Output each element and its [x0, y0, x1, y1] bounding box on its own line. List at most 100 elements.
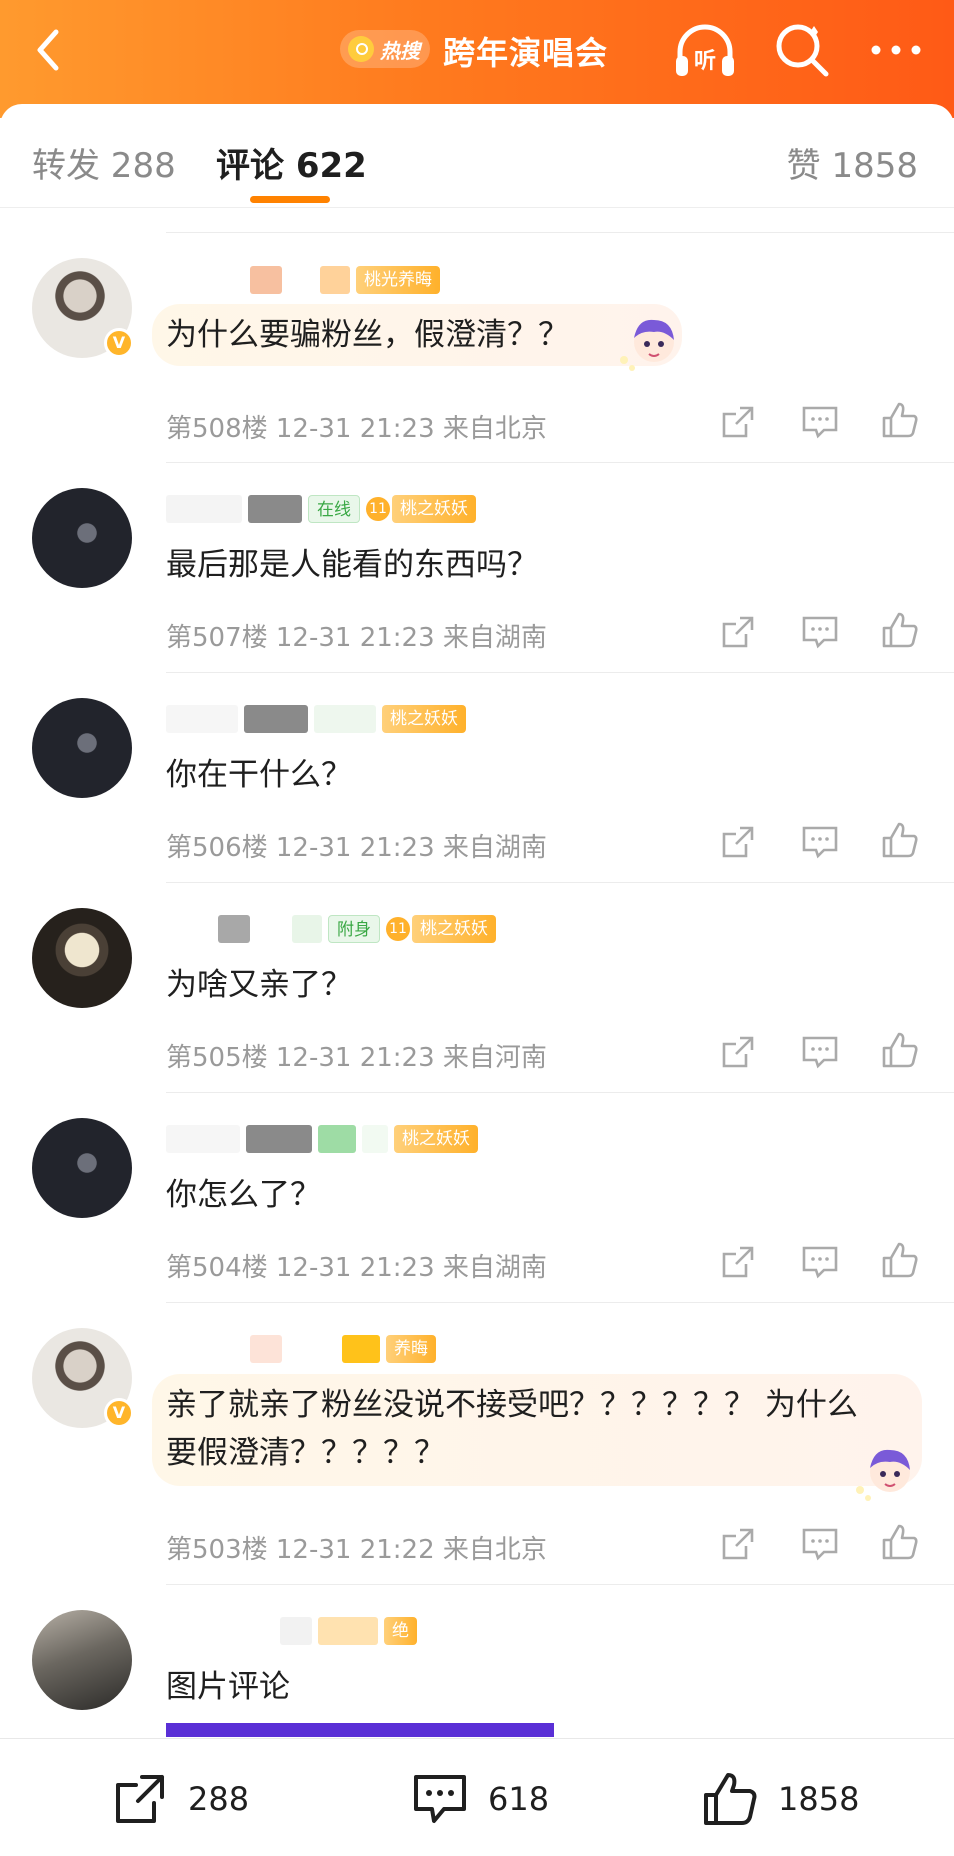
username-row[interactable]: 桃光养晦	[166, 265, 440, 295]
cartoon-sticker-icon	[620, 319, 674, 371]
username-redacted	[288, 266, 314, 294]
username-redacted	[218, 915, 250, 943]
repost-button[interactable]: 288	[110, 1769, 249, 1829]
avatar[interactable]	[32, 1610, 132, 1710]
comment-image[interactable]	[166, 1723, 554, 1737]
share-icon[interactable]	[718, 402, 758, 442]
avatar[interactable]	[32, 908, 132, 1008]
username-redacted	[166, 915, 212, 943]
username-redacted	[166, 266, 244, 294]
avatar[interactable]	[32, 698, 132, 798]
reply-icon[interactable]	[800, 612, 840, 652]
headphones-icon[interactable]: 听	[672, 22, 738, 80]
like-icon[interactable]	[880, 1240, 920, 1280]
username-redacted	[288, 1335, 336, 1363]
hot-search-badge[interactable]: 热搜	[340, 30, 430, 68]
comment-text: 为什么要骗粉丝，假澄清？？	[166, 317, 569, 353]
comment-text: 你在干什么？	[166, 757, 352, 793]
like-icon[interactable]	[880, 1030, 920, 1070]
divider	[166, 462, 954, 463]
comment-meta: 第506楼 12-31 21:23 来自湖南	[166, 833, 547, 863]
username-redacted	[244, 705, 308, 733]
divider	[166, 1584, 954, 1585]
top-navigation-bar: 热搜 跨年演唱会 听	[0, 0, 954, 118]
comment-count: 618	[488, 1780, 550, 1818]
username-redacted	[248, 495, 302, 523]
username-redacted	[342, 1335, 380, 1363]
share-icon[interactable]	[718, 1524, 758, 1564]
like-icon[interactable]	[880, 610, 920, 650]
fan-badge[interactable]: 桃光养晦	[356, 266, 440, 294]
username-row[interactable]: 桃之妖妖	[166, 1124, 478, 1154]
like-icon[interactable]	[880, 1522, 920, 1562]
comment-meta: 第503楼 12-31 21:22 来自北京	[166, 1535, 547, 1565]
username-redacted	[320, 266, 350, 294]
verified-icon: V	[104, 328, 134, 358]
divider	[166, 882, 954, 883]
username-row[interactable]: 养晦	[166, 1334, 436, 1364]
cartoon-sticker-icon	[856, 1449, 910, 1501]
share-icon[interactable]	[718, 1242, 758, 1282]
username-redacted	[318, 1125, 356, 1153]
share-icon[interactable]	[718, 822, 758, 862]
username-redacted	[250, 1335, 282, 1363]
comment-meta: 第507楼 12-31 21:23 来自湖南	[166, 623, 547, 653]
share-icon[interactable]	[718, 612, 758, 652]
comment-meta: 第504楼 12-31 21:23 来自湖南	[166, 1253, 547, 1283]
username-row[interactable]: 附身 11 桃之妖妖	[166, 914, 496, 944]
level-badge: 11	[386, 917, 410, 941]
chevron-left-icon[interactable]	[24, 22, 80, 78]
divider	[166, 1302, 954, 1303]
comment-text-line-1: 亲了就亲了粉丝没说不接受吧？？？？？？ 为什么	[166, 1387, 858, 1423]
search-bubble-icon	[348, 36, 374, 62]
username-redacted	[292, 915, 322, 943]
fan-badge[interactable]: 桃之妖妖	[392, 495, 476, 523]
fan-badge[interactable]: 绝	[384, 1617, 417, 1645]
username-row[interactable]: 绝	[166, 1616, 417, 1646]
fan-badge[interactable]: 桃之妖妖	[394, 1125, 478, 1153]
username-redacted	[314, 705, 376, 733]
more-icon[interactable]	[866, 32, 926, 68]
comment-text-line-2: 要假澄清？？？？？	[166, 1435, 445, 1471]
like-count: 1858	[778, 1780, 860, 1818]
verified-icon: V	[104, 1398, 134, 1428]
tab-comment[interactable]: 评论 622	[216, 138, 367, 187]
username-row[interactable]: 桃之妖妖	[166, 704, 466, 734]
reply-icon[interactable]	[800, 822, 840, 862]
reply-icon[interactable]	[800, 1242, 840, 1282]
username-redacted	[166, 1335, 244, 1363]
tab-bar: 转发 288 评论 622 赞 1858	[0, 104, 954, 208]
reply-icon[interactable]	[800, 402, 840, 442]
username-redacted	[246, 1125, 312, 1153]
username-redacted	[362, 1125, 388, 1153]
comment-meta: 第508楼 12-31 21:23 来自北京	[166, 414, 547, 444]
username-row[interactable]: 在线 11 桃之妖妖	[166, 494, 476, 524]
comment-text: 为啥又亲了？	[166, 967, 352, 1003]
avatar[interactable]	[32, 488, 132, 588]
fan-badge[interactable]: 养晦	[386, 1335, 436, 1363]
divider	[166, 232, 954, 233]
like-icon[interactable]	[880, 400, 920, 440]
reply-icon[interactable]	[800, 1032, 840, 1072]
reply-icon[interactable]	[800, 1524, 840, 1564]
comment-button[interactable]: 618	[410, 1769, 549, 1829]
username-redacted	[166, 1125, 240, 1153]
like-icon[interactable]	[880, 820, 920, 860]
username-redacted	[166, 495, 242, 523]
share-icon[interactable]	[718, 1032, 758, 1072]
topic-title[interactable]: 跨年演唱会	[443, 28, 608, 74]
level-badge: 11	[366, 497, 390, 521]
fan-badge[interactable]: 桃之妖妖	[382, 705, 466, 733]
fan-badge[interactable]: 桃之妖妖	[412, 915, 496, 943]
comment-text: 最后那是人能看的东西吗？	[166, 547, 538, 583]
avatar[interactable]	[32, 1118, 132, 1218]
search-icon[interactable]	[772, 20, 832, 80]
status-badge: 附身	[328, 915, 380, 943]
tab-repost[interactable]: 转发 288	[32, 138, 176, 187]
tab-like[interactable]: 赞 1858	[787, 138, 918, 187]
username-redacted	[280, 1617, 312, 1645]
listen-label: 听	[694, 49, 716, 74]
bottom-action-bar: 288 618 1858	[0, 1738, 954, 1856]
comment-text: 图片评论	[166, 1669, 290, 1705]
like-button[interactable]: 1858	[700, 1769, 859, 1829]
